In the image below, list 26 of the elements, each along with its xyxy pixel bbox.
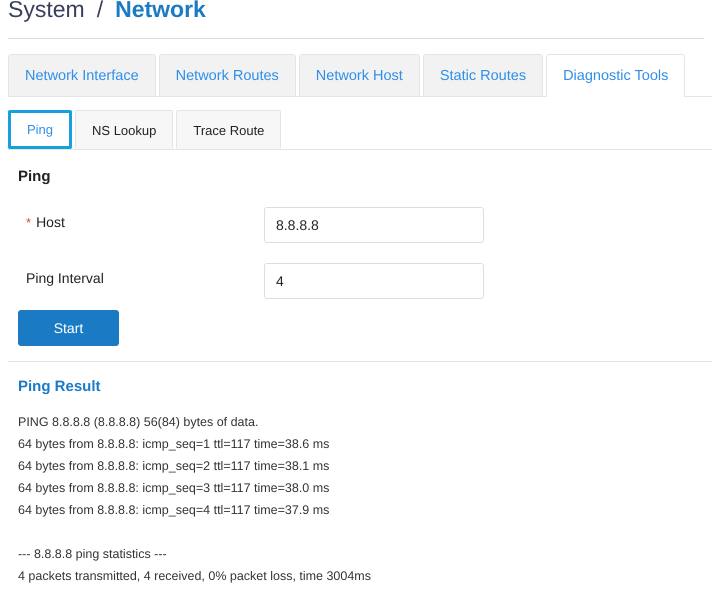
breadcrumb-separator: / — [96, 0, 104, 23]
output-line: 64 bytes from 8.8.8.8: icmp_seq=1 ttl=117 time=38.6 ms — [18, 436, 330, 453]
required-mark: * — [26, 215, 32, 230]
output-line: PING 8.8.8.8 (8.8.8.8) 56(84) bytes of data. — [18, 414, 260, 431]
page-title: Network — [115, 0, 206, 23]
output-line: 4 packets transmitted, 4 received, 0% packet loss, time 3004ms — [18, 568, 372, 585]
tab[interactable]: Diagnostic Tools — [546, 54, 686, 97]
tab[interactable]: Network Host — [298, 54, 420, 96]
input-field[interactable]: 4 — [264, 263, 484, 299]
tab[interactable]: Ping — [8, 110, 72, 149]
tab[interactable]: Network Routes — [158, 54, 296, 96]
tab[interactable]: NS Lookup — [75, 110, 174, 149]
input-field[interactable]: 8.8.8.8 — [264, 207, 484, 243]
output-line: 64 bytes from 8.8.8.8: icmp_seq=3 ttl=117 time=38.0 ms — [18, 480, 330, 497]
tab[interactable]: Trace Route — [176, 110, 282, 149]
section-title: Ping Result — [18, 378, 102, 395]
field-label: * Host — [26, 213, 66, 230]
section-title: Ping — [18, 168, 52, 185]
output-line: --- 8.8.8.8 ping statistics --- — [18, 546, 168, 563]
field-label: Ping Interval — [26, 269, 105, 286]
tab[interactable]: Network Interface — [8, 54, 156, 96]
output-line: 64 bytes from 8.8.8.8: icmp_seq=2 ttl=117 time=38.1 ms — [18, 458, 330, 475]
breadcrumb-parent[interactable]: System — [8, 0, 85, 23]
start-button[interactable]: Start — [18, 310, 119, 346]
output-line: 64 bytes from 8.8.8.8: icmp_seq=4 ttl=117 time=37.9 ms — [18, 502, 330, 519]
tab[interactable]: Static Routes — [422, 54, 544, 96]
